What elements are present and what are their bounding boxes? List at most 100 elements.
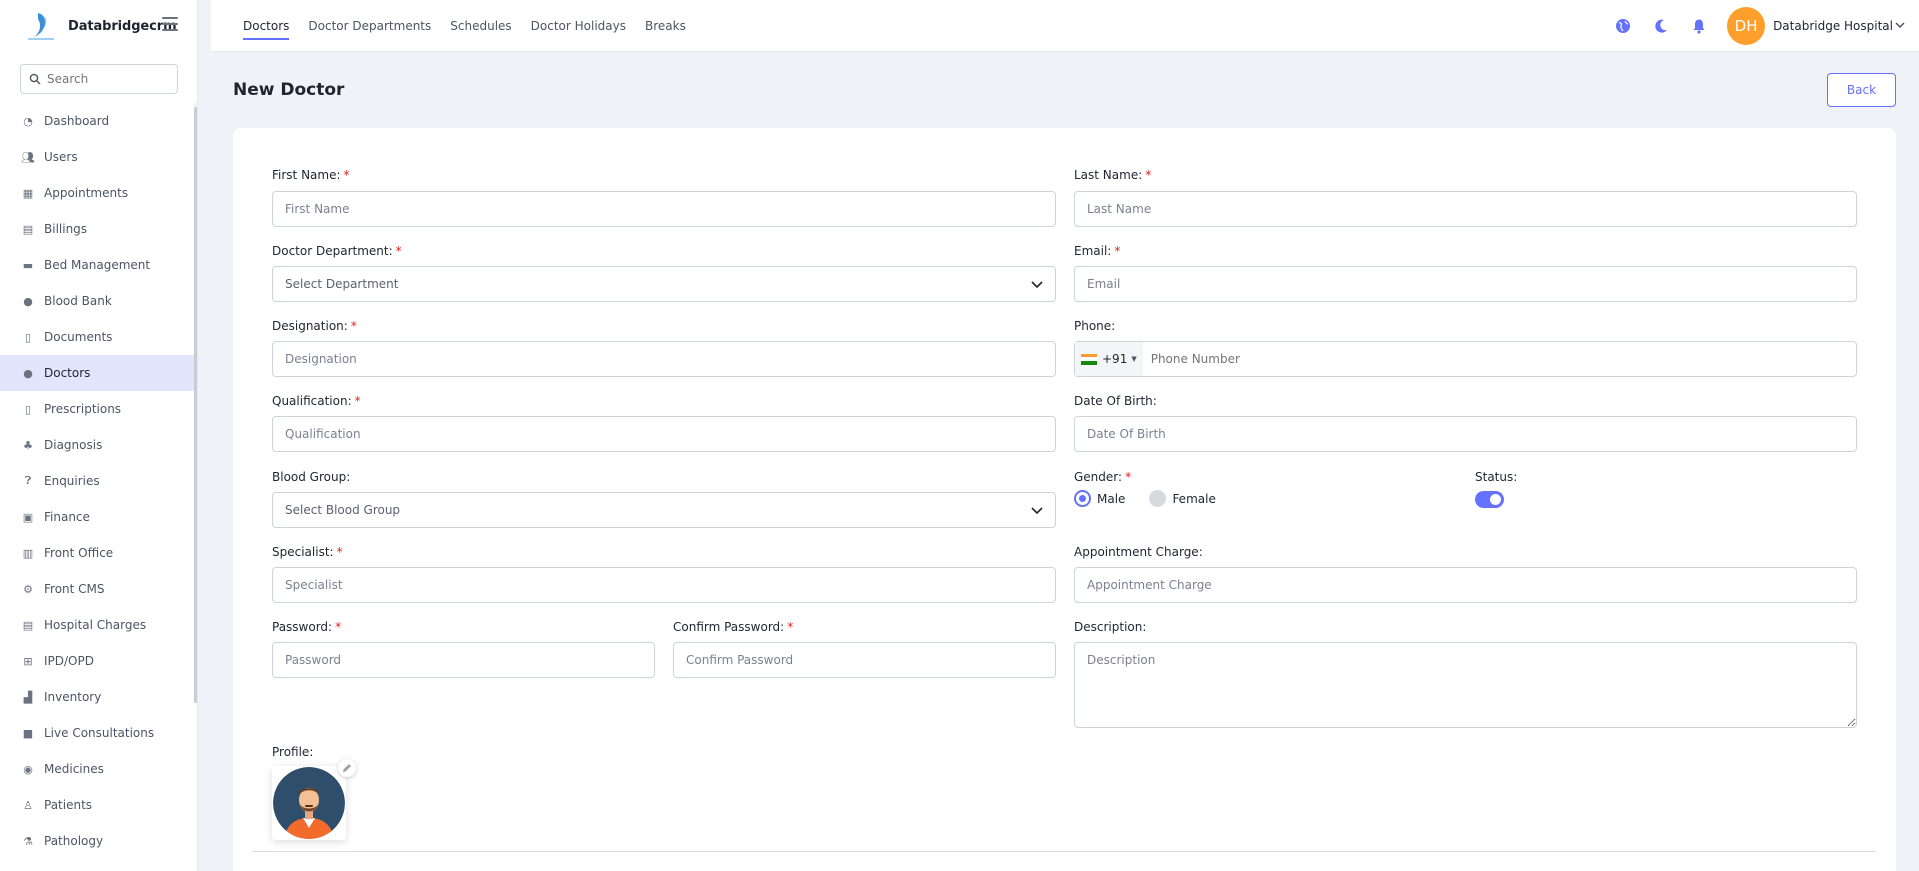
- last-name-input[interactable]: [1074, 191, 1857, 227]
- form-divider: [252, 851, 1876, 852]
- sidebar-item-front-office[interactable]: ▥ Front Office: [0, 535, 196, 571]
- sidebar-item-blood-bank[interactable]: ● Blood Bank: [0, 283, 196, 319]
- brand-logo-icon[interactable]: [24, 9, 58, 43]
- gender-female-label: Female: [1172, 491, 1216, 506]
- designation-input[interactable]: [272, 341, 1056, 377]
- gender-male-label: Male: [1097, 491, 1126, 506]
- tab-bar: Doctors Doctor Departments Schedules Doc…: [243, 0, 705, 52]
- gender-male-radio[interactable]: [1074, 490, 1091, 507]
- required-mark: *: [336, 545, 343, 559]
- country-code-select[interactable]: +91 ▼: [1075, 342, 1143, 376]
- back-button[interactable]: Back: [1827, 73, 1896, 107]
- password-input[interactable]: [272, 642, 655, 678]
- sidebar-item-medicines[interactable]: ◉ Medicines: [0, 751, 196, 787]
- sidebar-item-billings[interactable]: ▤ Billings: [0, 211, 196, 247]
- sidebar-item-finance[interactable]: ▣ Finance: [0, 499, 196, 535]
- specialist-label: Specialist: *: [272, 545, 343, 559]
- confirm-password-label: Confirm Password: *: [673, 620, 793, 634]
- cog-icon: ⚙︎: [23, 582, 33, 596]
- moon-icon[interactable]: [1651, 16, 1671, 36]
- pills-icon: ◉: [23, 762, 33, 776]
- tab-schedules[interactable]: Schedules: [450, 0, 511, 52]
- gender-female-radio[interactable]: [1149, 490, 1167, 507]
- qualification-input[interactable]: [272, 416, 1056, 452]
- sidebar-item-label: IPD/OPD: [44, 654, 94, 668]
- avatar-placeholder-icon: [273, 767, 345, 839]
- chevron-down-icon[interactable]: [1895, 21, 1905, 32]
- required-mark: *: [1114, 244, 1121, 258]
- first-name-label: First Name: *: [272, 168, 350, 182]
- sidebar-item-label: Doctors: [44, 366, 91, 380]
- department-select[interactable]: Select Department: [272, 266, 1056, 302]
- caret-down-icon: ▼: [1131, 355, 1137, 363]
- phone-field: +91 ▼: [1074, 341, 1857, 377]
- last-name-label: Last Name: *: [1074, 168, 1151, 182]
- bell-icon[interactable]: [1689, 16, 1709, 36]
- description-textarea[interactable]: [1074, 642, 1857, 728]
- doctor-icon: ●: [23, 366, 33, 380]
- invoice-icon: ▤: [22, 222, 34, 236]
- bed-icon: ▬: [22, 258, 34, 272]
- sidebar-scrollbar[interactable]: [194, 107, 197, 703]
- sidebar-item-ipd-opd[interactable]: ⊞ IPD/OPD: [0, 643, 196, 679]
- question-icon: ❓︎: [24, 474, 32, 487]
- sidebar-item-prescriptions[interactable]: ▯ Prescriptions: [0, 391, 196, 427]
- chevron-down-icon: [1031, 281, 1043, 289]
- password-label: Password: *: [272, 620, 341, 634]
- sidebar-item-label: Enquiries: [44, 474, 100, 488]
- sidebar-item-hospital-charges[interactable]: ▤ Hospital Charges: [0, 607, 196, 643]
- money-icon: ▣: [22, 510, 34, 524]
- sidebar-item-inventory[interactable]: ▟ Inventory: [0, 679, 196, 715]
- tab-doctors[interactable]: Doctors: [243, 0, 290, 52]
- building-icon: ▥: [22, 546, 34, 560]
- email-input[interactable]: [1074, 266, 1857, 302]
- sidebar-item-label: Pathology: [44, 834, 104, 848]
- dashboard-icon: ◔: [23, 114, 33, 128]
- sidebar-item-bed-management[interactable]: ▬ Bed Management: [0, 247, 196, 283]
- sidebar-item-label: Inventory: [44, 690, 102, 704]
- topbar-actions: DH Databridge Hospital: [1613, 0, 1919, 52]
- sidebar-item-diagnosis[interactable]: ♣ Diagnosis: [0, 427, 196, 463]
- password-label-text: Password:: [272, 620, 333, 634]
- sidebar-item-front-cms[interactable]: ⚙︎ Front CMS: [0, 571, 196, 607]
- dob-label: Date Of Birth:: [1074, 394, 1157, 408]
- status-toggle[interactable]: [1475, 491, 1504, 508]
- document-icon: ▯: [24, 330, 32, 344]
- qualification-label-text: Qualification:: [272, 394, 352, 408]
- sidebar-item-dashboard[interactable]: ◔ Dashboard: [0, 103, 196, 139]
- search-input[interactable]: [47, 72, 167, 86]
- user-menu-name[interactable]: Databridge Hospital: [1773, 19, 1893, 33]
- confirm-password-input[interactable]: [673, 642, 1056, 678]
- dob-input[interactable]: [1074, 416, 1857, 452]
- tab-doctor-departments[interactable]: Doctor Departments: [308, 0, 431, 52]
- blood-group-select[interactable]: Select Blood Group: [272, 492, 1056, 528]
- sidebar-item-appointments[interactable]: ▦ Appointments: [0, 175, 196, 211]
- phone-input[interactable]: [1150, 352, 1791, 366]
- sidebar-item-users[interactable]: 👥︎ Users: [0, 139, 196, 175]
- avatar[interactable]: DH: [1727, 7, 1766, 45]
- sidebar-item-documents[interactable]: ▯ Documents: [0, 319, 196, 355]
- edit-profile-pencil-icon[interactable]: [338, 759, 356, 777]
- confirm-password-label-text: Confirm Password:: [673, 620, 785, 634]
- appointment-charge-input[interactable]: [1074, 567, 1857, 603]
- description-label: Description:: [1074, 620, 1147, 634]
- sidebar-item-patients[interactable]: ♙ Patients: [0, 787, 196, 823]
- tab-breaks[interactable]: Breaks: [645, 0, 686, 52]
- sidebar-item-pathology[interactable]: ⚗︎ Pathology: [0, 823, 196, 859]
- sidebar-item-label: Billings: [44, 222, 88, 236]
- sidebar-item-doctors[interactable]: ● Doctors: [0, 355, 196, 391]
- specialist-input[interactable]: [272, 567, 1056, 603]
- last-name-label-text: Last Name:: [1074, 168, 1143, 182]
- first-name-input[interactable]: [272, 191, 1056, 227]
- sidebar-item-enquiries[interactable]: ❓︎ Enquiries: [0, 463, 196, 499]
- chevron-down-icon: [1031, 507, 1043, 515]
- department-label-text: Doctor Department:: [272, 244, 393, 258]
- users-icon: 👥︎: [21, 150, 35, 164]
- sidebar-item-live-consultations[interactable]: ■ Live Consultations: [0, 715, 196, 751]
- sidebar-item-label: Patients: [44, 798, 93, 812]
- required-mark: *: [343, 168, 350, 182]
- globe-icon[interactable]: [1613, 16, 1633, 36]
- topbar: Doctors Doctor Departments Schedules Doc…: [211, 0, 1919, 52]
- tab-doctor-holidays[interactable]: Doctor Holidays: [531, 0, 626, 52]
- menu-toggle-icon[interactable]: [162, 17, 178, 31]
